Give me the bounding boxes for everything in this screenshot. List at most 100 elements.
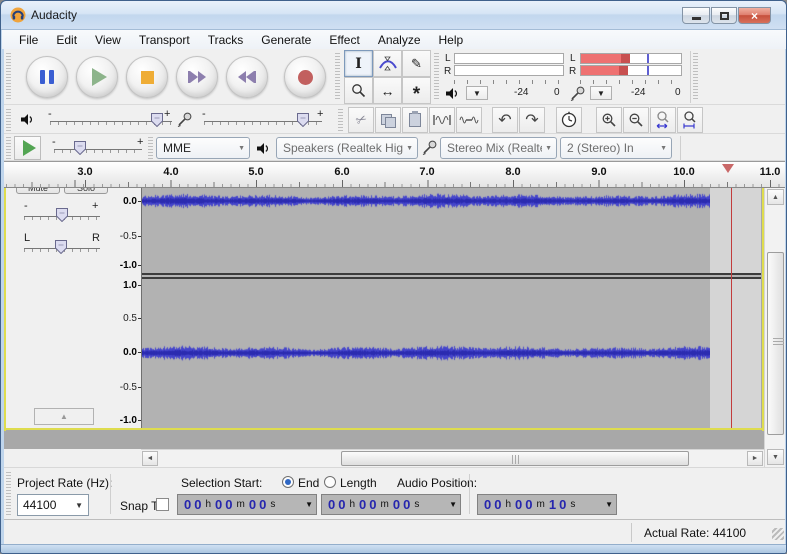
record-button[interactable] <box>284 56 326 98</box>
menu-edit[interactable]: Edit <box>47 31 86 49</box>
multi-tool[interactable]: * <box>402 77 431 104</box>
input-volume-thumb[interactable] <box>297 113 309 127</box>
audio-host-combo[interactable]: MME ▼ <box>156 137 250 159</box>
close-button[interactable]: × <box>738 7 771 24</box>
recording-meter-menu-arrow[interactable]: ▼ <box>590 86 612 100</box>
collapse-track-button[interactable]: ▲ <box>34 408 94 425</box>
output-device-combo[interactable]: Speakers (Realtek Hig ▼ <box>276 137 418 159</box>
output-volume-thumb[interactable] <box>151 113 163 127</box>
copy-button[interactable] <box>375 107 401 133</box>
minutes-value[interactable]: 00 <box>359 497 379 512</box>
selection-toolbar-grip[interactable] <box>6 472 11 516</box>
trim-audio-button[interactable] <box>429 107 455 133</box>
ruler-tick-label: 5.0 <box>241 166 271 178</box>
seconds-value[interactable]: 00 <box>249 497 269 512</box>
horizontal-scroll-thumb[interactable] <box>341 451 689 466</box>
selection-end-field[interactable]: 00h 00m 00s ▼ <box>321 494 461 515</box>
maximize-button[interactable] <box>711 7 737 24</box>
play-button[interactable] <box>76 56 118 98</box>
scroll-left-button[interactable]: ◄ <box>142 451 158 466</box>
envelope-tool[interactable] <box>373 50 402 77</box>
skip-to-end-button[interactable] <box>226 56 268 98</box>
menu-tracks[interactable]: Tracks <box>199 31 253 49</box>
tools-toolbar-grip[interactable] <box>335 53 340 101</box>
mixer-toolbar-grip[interactable] <box>6 109 11 131</box>
recording-right-peak <box>619 66 628 75</box>
skip-to-start-button[interactable] <box>176 56 218 98</box>
input-volume-mic-icon <box>176 111 193 128</box>
redo-button[interactable]: ↷ <box>519 107 545 133</box>
edit-toolbar-grip[interactable] <box>338 109 343 131</box>
hours-value[interactable]: 00 <box>184 497 204 512</box>
resize-grip[interactable] <box>772 528 784 540</box>
playspeed-minus: - <box>52 136 56 148</box>
menu-help[interactable]: Help <box>430 31 473 49</box>
zoom-out-button[interactable] <box>623 107 649 133</box>
playback-meter-grip[interactable] <box>434 53 439 101</box>
field-dropdown-arrow[interactable]: ▼ <box>305 500 313 509</box>
fit-selection-button[interactable] <box>650 107 676 133</box>
skip-start-icon <box>188 71 206 83</box>
paste-button[interactable] <box>402 107 428 133</box>
device-toolbar-grip[interactable] <box>148 137 153 159</box>
pan-thumb[interactable] <box>55 240 67 254</box>
menu-transport[interactable]: Transport <box>130 31 199 49</box>
horizontal-scrollbar[interactable]: ◄ ► <box>141 449 764 467</box>
undo-button[interactable]: ↶ <box>492 107 518 133</box>
zoom-in-button[interactable] <box>596 107 622 133</box>
end-radio[interactable] <box>282 476 294 488</box>
track-control-panel[interactable]: Mute Solo - + L R ▲ <box>6 188 114 429</box>
field-dropdown-arrow[interactable]: ▼ <box>605 500 613 509</box>
solo-button[interactable]: Solo <box>64 188 108 194</box>
input-channels-value: 2 (Stereo) In <box>567 141 657 155</box>
fit-project-button[interactable] <box>677 107 703 133</box>
time-shift-tool[interactable]: ↔ <box>373 77 402 104</box>
mute-button[interactable]: Mute <box>16 188 60 194</box>
input-device-combo[interactable]: Stereo Mix (Realtek H ▼ <box>440 137 557 159</box>
meter-end-grip[interactable] <box>693 53 698 101</box>
field-dropdown-arrow[interactable]: ▼ <box>449 500 457 509</box>
scroll-down-button[interactable]: ▼ <box>767 449 784 465</box>
hours-value[interactable]: 00 <box>484 497 504 512</box>
menu-analyze[interactable]: Analyze <box>369 31 430 49</box>
minutes-value[interactable]: 00 <box>515 497 535 512</box>
playback-meter-menu-arrow[interactable]: ▼ <box>466 86 488 100</box>
snap-to-checkbox[interactable] <box>156 498 169 511</box>
stop-button[interactable] <box>126 56 168 98</box>
input-channels-combo[interactable]: 2 (Stereo) In ▼ <box>560 137 672 159</box>
selection-start-field[interactable]: 00h 00m 00s ▼ <box>177 494 317 515</box>
hours-value[interactable]: 00 <box>328 497 348 512</box>
sync-lock-button[interactable] <box>556 107 582 133</box>
timeline-ruler[interactable]: 3.0 4.0 5.0 6.0 7.0 8.0 9.0 10.0 11.0 <box>4 161 785 188</box>
menu-effect[interactable]: Effect <box>320 31 368 49</box>
minimize-button[interactable] <box>682 7 710 24</box>
pause-button[interactable] <box>26 56 68 98</box>
draw-tool[interactable]: ✎ <box>402 50 431 77</box>
menu-file[interactable]: File <box>10 31 47 49</box>
waveform-area[interactable] <box>142 188 761 429</box>
seconds-value[interactable]: 10 <box>549 497 569 512</box>
playhead-marker[interactable] <box>722 164 734 173</box>
cut-button[interactable]: ✂ <box>348 107 374 133</box>
selection-tool[interactable]: I <box>344 50 373 77</box>
length-radio[interactable] <box>324 476 336 488</box>
playspeed-thumb[interactable] <box>74 141 86 155</box>
menu-view[interactable]: View <box>86 31 130 49</box>
transcription-toolbar-grip[interactable] <box>6 137 11 159</box>
transport-toolbar-grip[interactable] <box>6 53 11 101</box>
gain-thumb[interactable] <box>56 208 68 222</box>
project-rate-combo[interactable]: 44100 ▼ <box>17 494 89 516</box>
scroll-up-button[interactable]: ▲ <box>767 189 784 205</box>
scroll-right-button[interactable]: ► <box>747 451 763 466</box>
title-bar[interactable]: Audacity × <box>1 1 787 30</box>
zoom-tool[interactable] <box>344 77 373 104</box>
vertical-ruler[interactable]: 0.0 -0.5 -1.0 1.0 0.5 0.0 -0.5 -1.0 <box>111 188 142 429</box>
vertical-scrollbar[interactable]: ▲ ▼ <box>764 188 785 467</box>
silence-audio-button[interactable] <box>456 107 482 133</box>
minutes-value[interactable]: 00 <box>215 497 235 512</box>
recording-right-fill <box>581 66 619 75</box>
audio-position-field[interactable]: 00h 00m 10s ▼ <box>477 494 617 515</box>
seconds-value[interactable]: 00 <box>393 497 413 512</box>
play-at-speed-button[interactable] <box>14 136 41 160</box>
menu-generate[interactable]: Generate <box>252 31 320 49</box>
